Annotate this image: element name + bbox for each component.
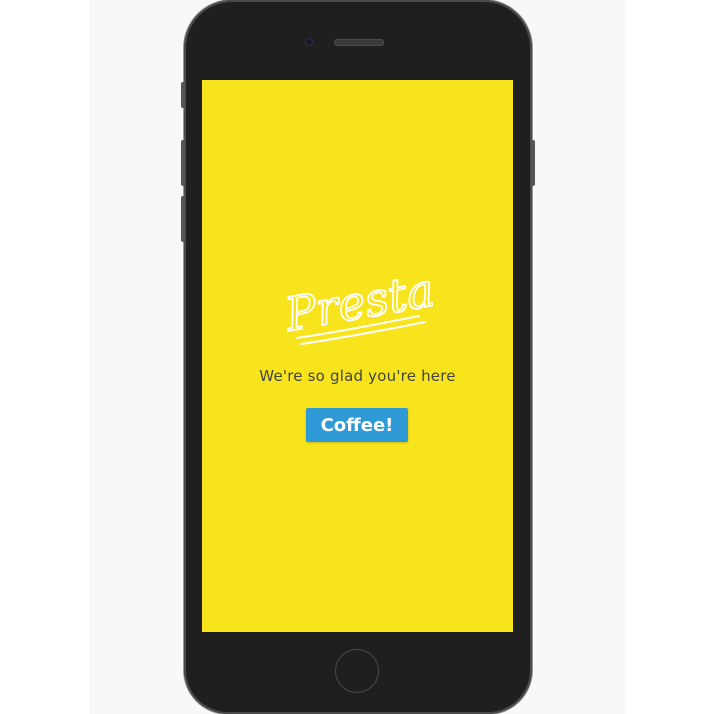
phone-device-frame: Presta We're so glad you're here Coffee! bbox=[181, 0, 535, 714]
power-button bbox=[531, 140, 535, 186]
coffee-button[interactable]: Coffee! bbox=[306, 408, 408, 442]
earpiece-icon bbox=[334, 39, 384, 46]
welcome-tagline: We're so glad you're here bbox=[259, 367, 456, 385]
volume-down-button bbox=[181, 196, 185, 242]
app-screen: Presta We're so glad you're here Coffee! bbox=[202, 80, 513, 632]
presta-logo: Presta bbox=[279, 270, 439, 345]
mute-switch bbox=[181, 82, 185, 108]
home-button-icon[interactable] bbox=[335, 649, 379, 693]
volume-up-button bbox=[181, 140, 185, 186]
front-camera-icon bbox=[305, 38, 313, 46]
svg-text:Presta: Presta bbox=[280, 270, 438, 342]
